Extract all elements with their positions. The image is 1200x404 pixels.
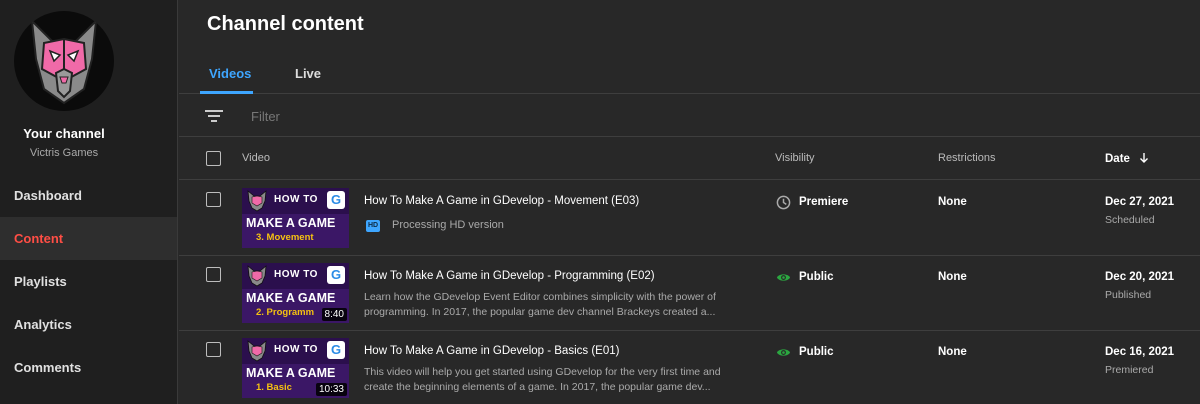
column-header-date-label: Date bbox=[1105, 153, 1130, 165]
date-status: Published bbox=[1105, 289, 1152, 301]
channel-title: Your channel bbox=[23, 126, 105, 141]
arrow-down-icon bbox=[1140, 153, 1149, 163]
thumbnail-headline: MAKE A GAME bbox=[246, 291, 336, 305]
content-tabs: Videos Live bbox=[179, 52, 1200, 94]
table-header: Video Visibility Restrictions Date bbox=[179, 138, 1200, 180]
hd-icon: HD bbox=[366, 220, 380, 232]
sidebar-item-content[interactable]: Content bbox=[0, 217, 177, 260]
visibility-value[interactable]: Public bbox=[799, 271, 834, 283]
thumbnail-headline: MAKE A GAME bbox=[246, 366, 336, 380]
column-header-restrictions[interactable]: Restrictions bbox=[938, 152, 995, 164]
sidebar-item-comments[interactable]: Comments bbox=[0, 346, 177, 389]
column-header-date[interactable]: Date bbox=[1105, 153, 1149, 165]
video-thumbnail[interactable]: HOW TO G MAKE A GAME 1. Basic 10:33 bbox=[242, 338, 349, 398]
wolf-icon bbox=[247, 340, 267, 362]
column-header-visibility[interactable]: Visibility bbox=[775, 152, 815, 164]
page-title: Channel content bbox=[207, 13, 364, 35]
date-value: Dec 16, 2021 bbox=[1105, 346, 1175, 358]
tab-videos[interactable]: Videos bbox=[209, 66, 251, 81]
filter-icon[interactable] bbox=[205, 109, 223, 123]
table-row[interactable]: HOW TO G MAKE A GAME 2. Programm 8:40 Ho… bbox=[179, 256, 1200, 331]
thumbnail-howto: HOW TO bbox=[274, 269, 318, 280]
visibility-value[interactable]: Public bbox=[799, 346, 834, 358]
wolf-logo-icon bbox=[30, 18, 98, 105]
tab-live[interactable]: Live bbox=[295, 66, 321, 81]
filter-input[interactable] bbox=[251, 105, 551, 127]
video-description: Learn how the GDevelop Event Editor comb… bbox=[364, 291, 716, 318]
restrictions-value: None bbox=[938, 271, 967, 283]
video-duration: 10:33 bbox=[315, 383, 347, 396]
sidebar: Your channel Victris Games Dashboard Con… bbox=[0, 0, 178, 404]
sidebar-item-dashboard[interactable]: Dashboard bbox=[0, 174, 177, 217]
active-tab-indicator bbox=[200, 91, 253, 94]
thumbnail-howto: HOW TO bbox=[274, 344, 318, 355]
video-thumbnail[interactable]: HOW TO G MAKE A GAME 2. Programm 8:40 bbox=[242, 263, 349, 323]
channel-name: Victris Games bbox=[29, 147, 99, 159]
video-thumbnail[interactable]: HOW TO G MAKE A GAME 3. Movement bbox=[242, 188, 349, 248]
date-value: Dec 20, 2021 bbox=[1105, 271, 1175, 283]
processing-status: Processing HD version bbox=[392, 219, 504, 231]
eye-icon bbox=[776, 274, 791, 281]
table-row[interactable]: HOW TO G MAKE A GAME 1. Basic 10:33 How … bbox=[179, 331, 1200, 404]
thumbnail-episode: 1. Basic bbox=[256, 382, 292, 393]
gdevelop-logo-icon: G bbox=[327, 266, 345, 284]
gdevelop-logo-icon: G bbox=[327, 341, 345, 359]
wolf-icon bbox=[247, 190, 267, 212]
video-duration: 8:40 bbox=[321, 308, 347, 321]
date-value: Dec 27, 2021 bbox=[1105, 196, 1175, 208]
filter-bar bbox=[179, 95, 1200, 137]
eye-icon bbox=[776, 349, 791, 356]
date-status: Scheduled bbox=[1105, 214, 1155, 226]
thumbnail-howto: HOW TO bbox=[274, 194, 318, 205]
sidebar-item-playlists[interactable]: Playlists bbox=[0, 260, 177, 303]
thumbnail-episode: 3. Movement bbox=[256, 232, 314, 243]
row-checkbox[interactable] bbox=[206, 342, 221, 357]
restrictions-value: None bbox=[938, 196, 967, 208]
row-checkbox[interactable] bbox=[206, 267, 221, 282]
row-checkbox[interactable] bbox=[206, 192, 221, 207]
sidebar-nav: Dashboard Content Playlists Analytics Co… bbox=[0, 174, 177, 389]
thumbnail-headline: MAKE A GAME bbox=[246, 216, 336, 230]
video-title[interactable]: How To Make A Game in GDevelop - Basics … bbox=[364, 345, 619, 357]
channel-avatar[interactable] bbox=[14, 11, 114, 111]
video-title[interactable]: How To Make A Game in GDevelop - Program… bbox=[364, 270, 655, 282]
table-row[interactable]: HOW TO G MAKE A GAME 3. Movement How To … bbox=[179, 181, 1200, 256]
visibility-value[interactable]: Premiere bbox=[799, 196, 848, 208]
thumbnail-episode: 2. Programm bbox=[256, 307, 315, 318]
gdevelop-logo-icon: G bbox=[327, 191, 345, 209]
restrictions-value: None bbox=[938, 346, 967, 358]
select-all-checkbox[interactable] bbox=[206, 151, 221, 166]
video-description: This video will help you get started usi… bbox=[364, 366, 721, 393]
main-content: Channel content Videos Live Video Visibi… bbox=[179, 0, 1200, 404]
sidebar-item-analytics[interactable]: Analytics bbox=[0, 303, 177, 346]
date-status: Premiered bbox=[1105, 364, 1154, 376]
video-title[interactable]: How To Make A Game in GDevelop - Movemen… bbox=[364, 195, 639, 207]
clock-icon bbox=[776, 195, 791, 210]
column-header-video[interactable]: Video bbox=[242, 152, 270, 164]
wolf-icon bbox=[247, 265, 267, 287]
